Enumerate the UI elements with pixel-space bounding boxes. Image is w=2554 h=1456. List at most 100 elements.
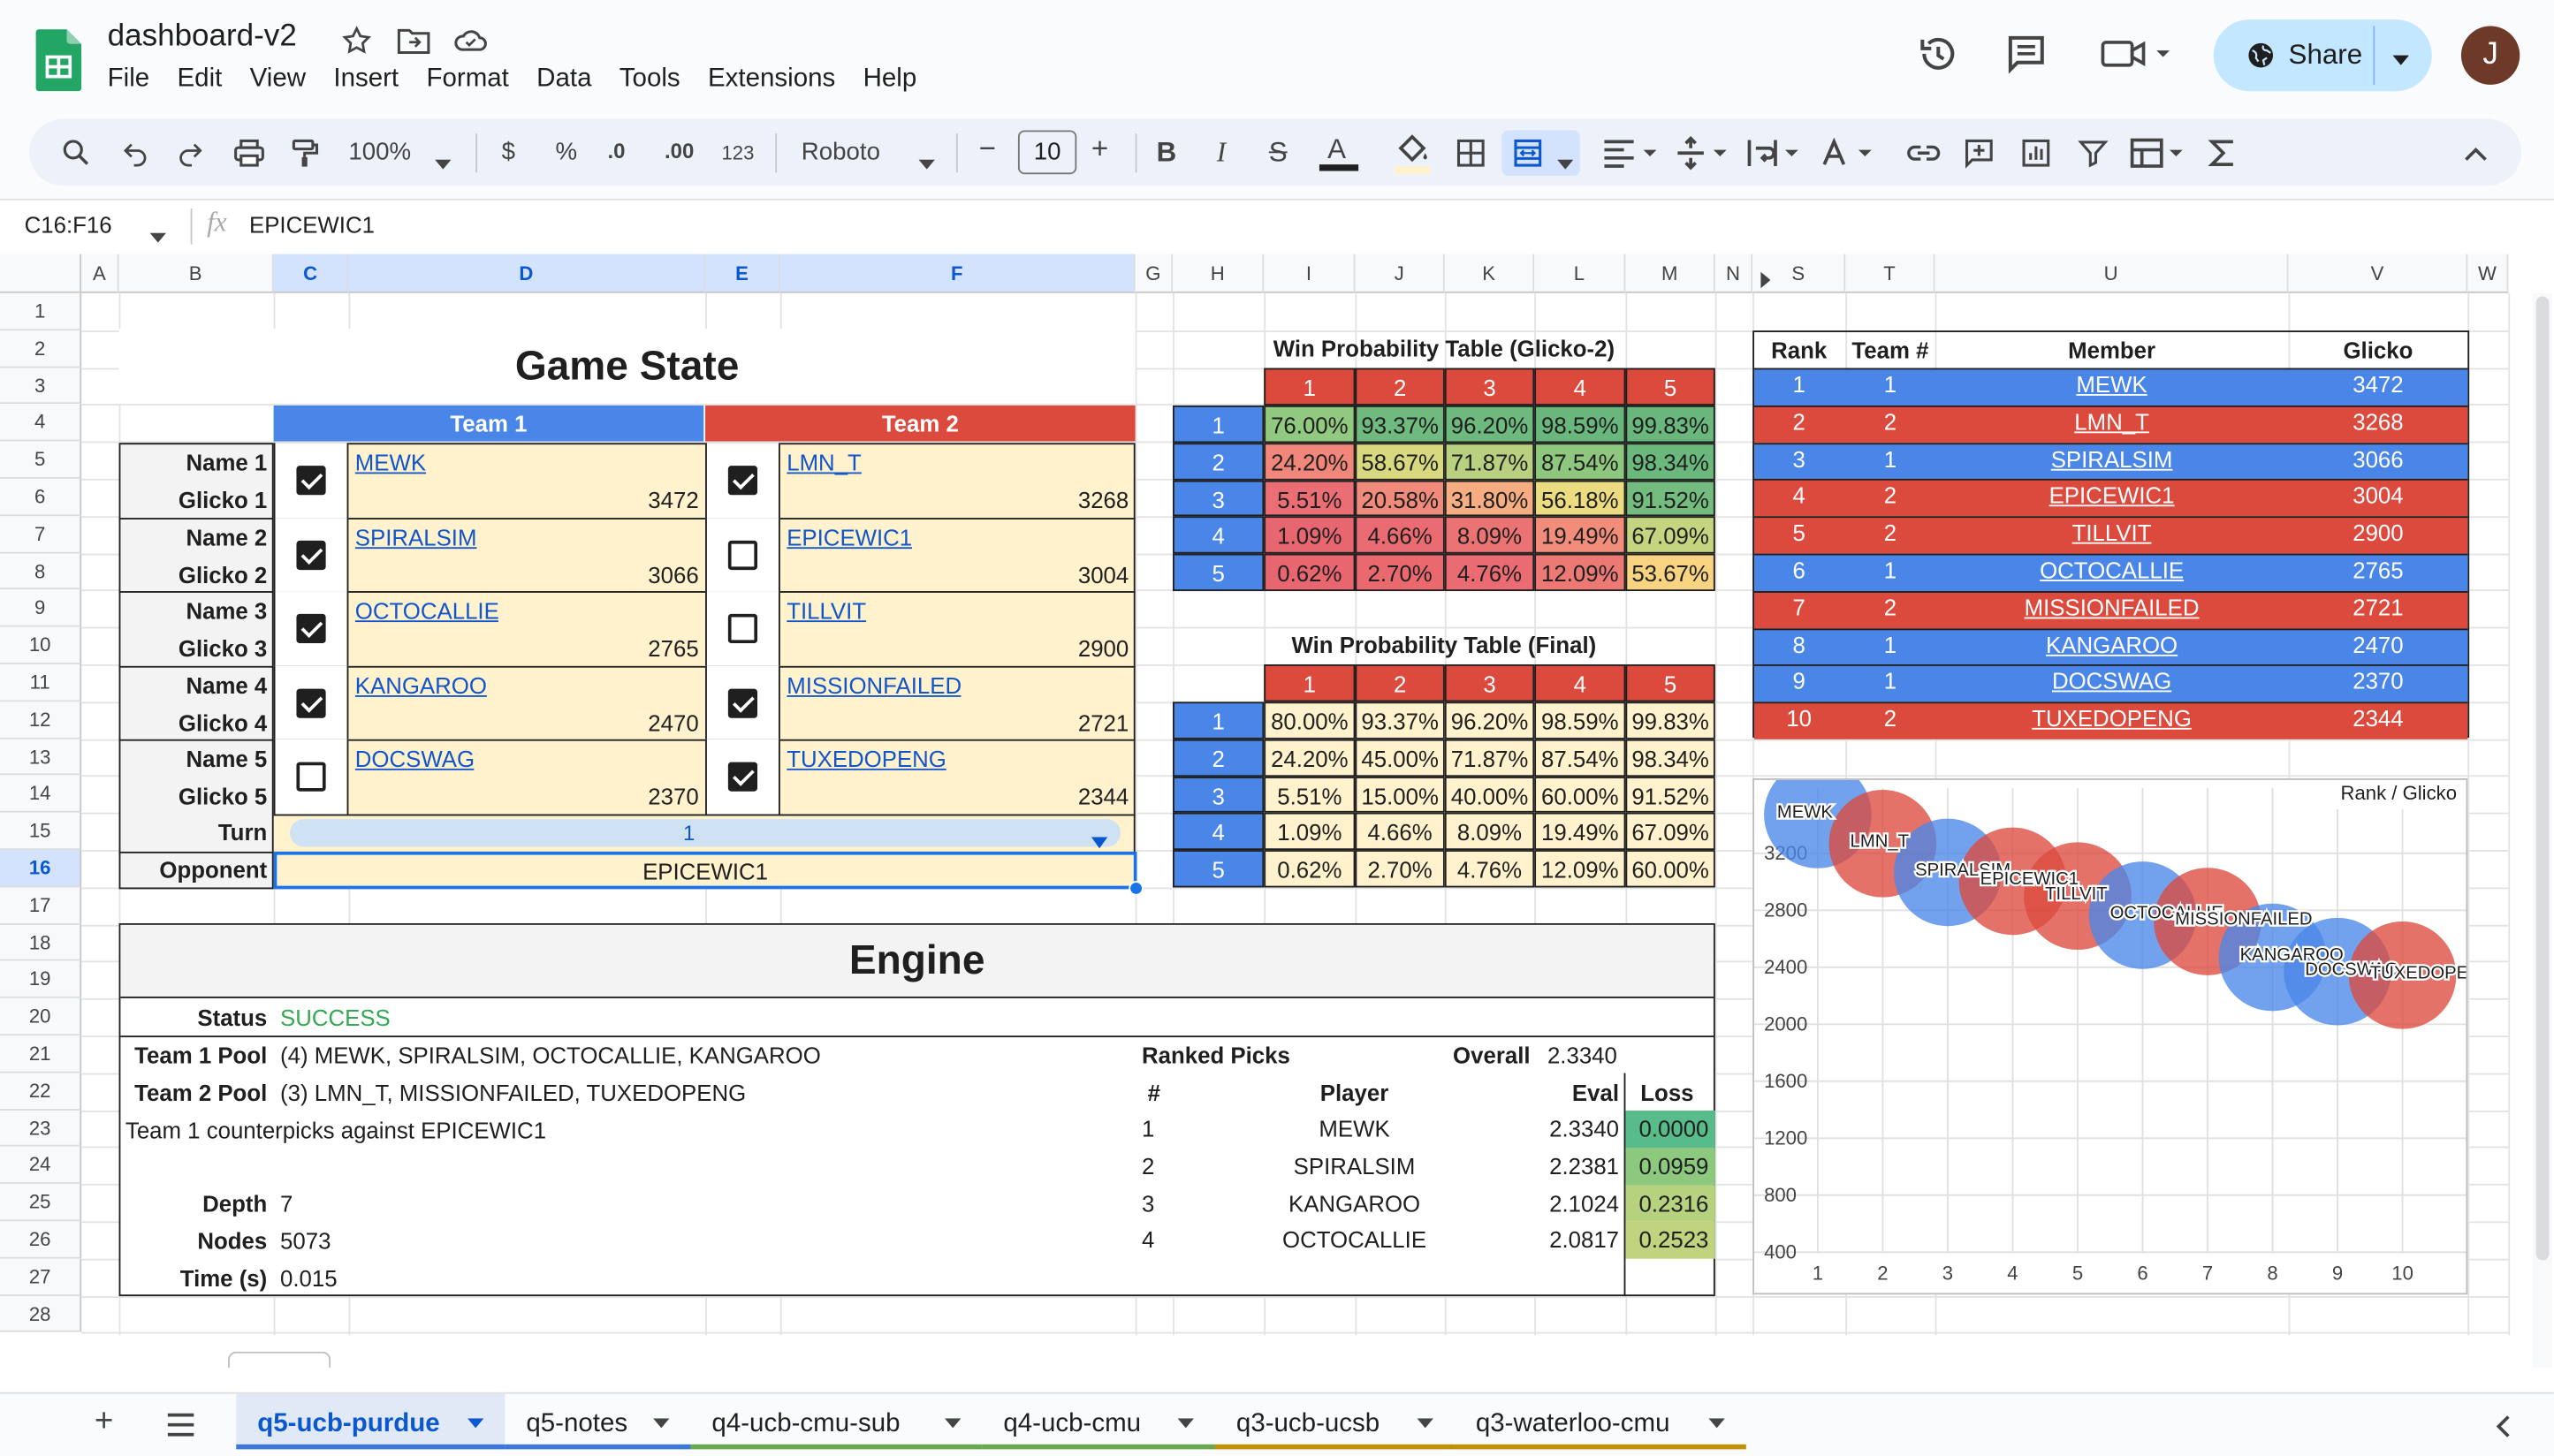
name-box-chevron-icon[interactable] [149,222,166,243]
team1-player-link[interactable]: OCTOCALLIE [355,598,499,624]
row-header-14[interactable]: 14 [0,776,82,814]
vertical-scroll-thumb[interactable] [2535,296,2550,1261]
scroll-tabs-left-icon[interactable] [2496,1415,2512,1438]
sheet-tab[interactable]: q4-ucb-cmu-sub [690,1394,983,1450]
row-header-5[interactable]: 5 [0,441,82,479]
row-header-2[interactable]: 2 [0,330,82,368]
rank-member-link[interactable]: MISSIONFAILED [1935,594,2289,619]
team2-checkbox[interactable] [727,762,758,792]
share-dropdown-icon[interactable] [2390,47,2413,65]
rank-member-link[interactable]: LMN_T [1935,408,2289,434]
document-title[interactable]: dashboard-v2 [108,19,297,56]
bold-button[interactable]: B [1157,137,1177,170]
row-header-19[interactable]: 19 [0,961,82,999]
row-header-20[interactable]: 20 [0,998,82,1036]
team1-checkbox[interactable] [296,466,326,496]
column-header-e[interactable]: E [705,254,780,293]
insert-chart-icon[interactable] [2019,137,2052,170]
text-color-button[interactable]: A [1318,130,1360,172]
menu-extensions[interactable]: Extensions [708,65,863,95]
decrease-decimal-button[interactable]: .0 [607,139,625,163]
row-header-28[interactable]: 28 [0,1295,82,1333]
print-icon[interactable] [233,137,266,170]
team2-player-link[interactable]: EPICEWIC1 [787,524,912,550]
column-header-n[interactable]: N [1714,254,1753,293]
menu-file[interactable]: File [108,65,178,95]
rank-member-link[interactable]: KANGAROO [1935,631,2289,656]
menu-view[interactable]: View [250,65,334,95]
sheet-tab[interactable]: q5-notes [505,1394,691,1450]
column-header-l[interactable]: L [1534,254,1626,293]
redo-icon[interactable] [176,139,205,168]
row-header-4[interactable]: 4 [0,404,82,442]
sheet-tab-menu-icon[interactable] [944,1418,962,1429]
row-header-22[interactable]: 22 [0,1073,82,1111]
team2-player-link[interactable]: TILLVIT [787,598,866,624]
rank-member-link[interactable]: MEWK [1935,371,2289,397]
team1-player-link[interactable]: MEWK [355,450,426,475]
column-header-b[interactable]: B [118,254,274,293]
team1-checkbox[interactable] [296,762,326,792]
zoom-select[interactable]: 100% [348,139,411,166]
column-header-c[interactable]: C [273,254,349,293]
row-header-23[interactable]: 23 [0,1110,82,1148]
team2-player-link[interactable]: LMN_T [787,450,862,475]
turn-dropdown[interactable]: 1 [290,819,1121,849]
collapse-toolbar-icon[interactable] [2463,141,2489,161]
paint-format-icon[interactable] [288,137,321,170]
column-header-u[interactable]: U [1935,254,2289,293]
rank-member-link[interactable]: OCTOCALLIE [1935,557,2289,582]
menu-help[interactable]: Help [863,65,945,95]
rank-member-link[interactable]: EPICEWIC1 [1935,482,2289,508]
add-sheet-icon[interactable]: + [95,1404,114,1441]
row-header-11[interactable]: 11 [0,664,82,702]
sheet-tab[interactable]: q4-ucb-cmu [982,1394,1215,1450]
merge-cells-button[interactable] [1501,130,1580,177]
column-header-w[interactable]: W [2467,254,2509,293]
horizontal-align-icon[interactable] [1601,137,1660,170]
all-sheets-icon[interactable] [166,1412,195,1437]
row-header-16[interactable]: 16 [0,850,82,888]
row-header-7[interactable]: 7 [0,515,82,553]
move-folder-icon[interactable] [396,25,432,57]
column-header-t[interactable]: T [1845,254,1935,293]
share-button[interactable]: Share [2213,19,2432,92]
team1-checkbox[interactable] [296,540,326,570]
select-all-corner[interactable] [0,254,82,293]
vertical-scrollbar[interactable] [2533,292,2553,1369]
increase-font-size-button[interactable]: + [1091,132,1108,166]
row-header-25[interactable]: 25 [0,1184,82,1222]
column-header-j[interactable]: J [1355,254,1445,293]
team2-checkbox[interactable] [727,466,758,496]
sheets-logo-icon[interactable] [35,29,82,92]
team2-checkbox[interactable] [727,540,758,570]
team1-player-link[interactable]: SPIRALSIM [355,524,477,550]
search-menus-icon[interactable] [60,137,91,168]
functions-icon[interactable] [2207,137,2236,170]
sheet-tab[interactable]: q3-ucb-ucsb [1214,1394,1455,1450]
decrease-font-size-button[interactable]: − [979,132,996,166]
rank-member-link[interactable]: TUXEDOPENG [1935,705,2289,731]
column-header-k[interactable]: K [1444,254,1535,293]
row-header-9[interactable]: 9 [0,589,82,627]
sheet-tab[interactable]: q5-ucb-purdue [236,1393,505,1450]
currency-format-button[interactable]: $ [502,139,515,166]
team1-checkbox[interactable] [296,688,326,718]
strikethrough-button[interactable]: S [1269,137,1288,170]
meet-camera-icon[interactable] [2100,33,2175,75]
sheet-tab-menu-icon[interactable] [1417,1418,1433,1429]
team1-player-link[interactable]: KANGAROO [355,672,487,698]
row-header-18[interactable]: 18 [0,924,82,962]
column-header-v[interactable]: V [2288,254,2468,293]
opponent-cell[interactable]: EPICEWIC1 [273,851,1137,890]
fill-handle[interactable] [1129,881,1144,896]
horizontal-scroll-thumb[interactable] [228,1351,331,1369]
sheet-tab-menu-icon[interactable] [653,1418,670,1429]
sheet-tab[interactable]: q3-waterloo-cmu [1454,1394,1746,1450]
team2-checkbox[interactable] [727,614,758,644]
cloud-status-icon[interactable] [452,25,489,57]
menu-format[interactable]: Format [426,65,536,95]
fill-color-icon[interactable] [1393,132,1432,175]
menu-insert[interactable]: Insert [333,65,426,95]
insert-comment-icon[interactable] [1963,137,1995,170]
